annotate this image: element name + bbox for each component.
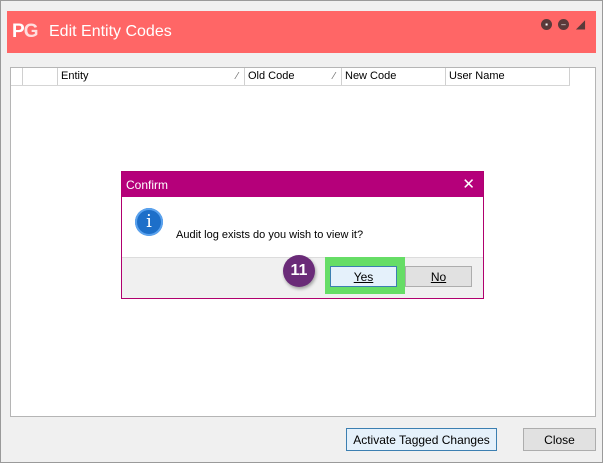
dialog-title: Confirm bbox=[126, 178, 169, 192]
info-icon: i bbox=[135, 208, 163, 236]
column-header-user-name[interactable]: User Name bbox=[446, 68, 570, 85]
column-header-old-code[interactable]: Old Code ⁄ bbox=[245, 68, 342, 85]
app-logo: PG bbox=[12, 21, 38, 42]
restore-icon[interactable]: ▪ bbox=[541, 19, 552, 30]
edit-entity-codes-window: PG Edit Entity Codes ▪ – ◢ Entity ⁄ Old C… bbox=[0, 0, 603, 463]
step-number-badge: 11 bbox=[283, 255, 315, 287]
column-header-new-code[interactable]: New Code bbox=[342, 68, 446, 85]
close-button[interactable]: Close bbox=[523, 428, 596, 451]
title-bar: PG Edit Entity Codes ▪ – ◢ bbox=[7, 11, 596, 53]
activate-tagged-changes-button[interactable]: Activate Tagged Changes bbox=[346, 428, 497, 451]
resize-icon[interactable]: ◢ bbox=[575, 18, 586, 30]
column-header-entity[interactable]: Entity ⁄ bbox=[58, 68, 245, 85]
no-button[interactable]: No bbox=[405, 266, 472, 287]
sort-icon: ⁄ bbox=[236, 71, 238, 82]
window-title: Edit Entity Codes bbox=[49, 23, 172, 40]
sort-icon: ⁄ bbox=[333, 71, 335, 82]
yes-button[interactable]: Yes bbox=[330, 266, 397, 287]
column-header-indicator[interactable] bbox=[11, 68, 23, 85]
dialog-body: i Audit log exists do you wish to view i… bbox=[122, 197, 483, 258]
minimize-icon[interactable]: – bbox=[558, 19, 569, 30]
column-header-select[interactable] bbox=[23, 68, 58, 85]
close-icon[interactable]: ✕ bbox=[462, 175, 475, 193]
dialog-message: Audit log exists do you wish to view it? bbox=[176, 229, 364, 241]
dialog-title-bar: Confirm ✕ bbox=[122, 172, 483, 197]
grid-header: Entity ⁄ Old Code ⁄ New Code User Name bbox=[11, 68, 570, 86]
